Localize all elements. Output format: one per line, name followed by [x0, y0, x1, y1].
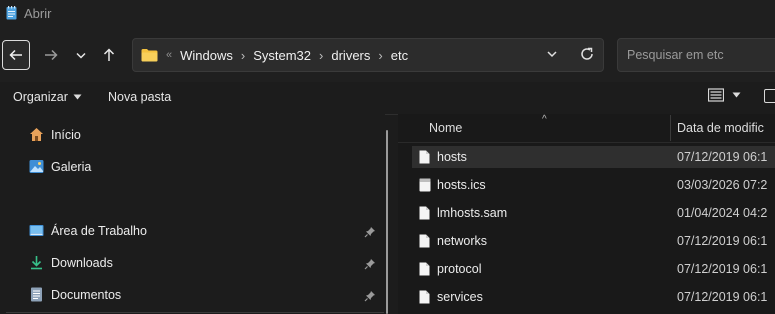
- sort-ascending-icon: ^: [542, 114, 547, 125]
- file-name: networks: [437, 234, 488, 248]
- sidebar-divider: [6, 312, 384, 313]
- chevron-down-icon: [76, 52, 86, 59]
- breadcrumb: « Windows › System32 › drivers › etc: [141, 39, 408, 71]
- home-icon: [30, 128, 43, 141]
- breadcrumb-item-drivers[interactable]: drivers: [331, 48, 370, 63]
- column-divider[interactable]: [670, 115, 671, 141]
- file-row-networks[interactable]: networks 07/12/2019 06:1: [412, 230, 775, 252]
- sidebar-item-downloads[interactable]: Downloads: [29, 255, 113, 270]
- file-icon: [419, 290, 430, 304]
- sidebar-scrollbar[interactable]: [386, 130, 388, 314]
- navigation-pane: Início Galeria Área de Trabalho Download…: [0, 114, 385, 314]
- organize-button[interactable]: Organizar: [13, 90, 82, 104]
- file-icon: [419, 262, 430, 276]
- settings-file-icon: [419, 178, 431, 192]
- file-date: 03/03/2026 07:2: [677, 178, 768, 192]
- sidebar-item-label: Início: [51, 127, 81, 142]
- desktop-icon: [29, 225, 44, 236]
- pin-icon[interactable]: [364, 258, 376, 270]
- file-list: Nome ^ Data de modific hosts 07/12/2019 …: [398, 114, 775, 314]
- column-header-row: Nome ^ Data de modific: [398, 114, 775, 143]
- file-icon: [419, 150, 430, 164]
- organize-label: Organizar: [13, 90, 68, 104]
- column-header-name[interactable]: Nome: [429, 121, 462, 135]
- sidebar-item-galeria[interactable]: Galeria: [29, 159, 91, 174]
- pin-icon[interactable]: [364, 290, 376, 302]
- chevron-right-icon[interactable]: ›: [378, 48, 382, 63]
- arrow-right-icon: [45, 49, 58, 61]
- file-date: 01/04/2024 04:2: [677, 206, 768, 220]
- chevron-right-icon[interactable]: ›: [319, 48, 323, 63]
- file-row-hosts-ics[interactable]: hosts.ics 03/03/2026 07:2: [412, 174, 775, 196]
- sidebar-item-label: Documentos: [51, 287, 122, 302]
- file-name: hosts: [437, 150, 467, 164]
- breadcrumb-item-system32[interactable]: System32: [253, 48, 311, 63]
- up-button[interactable]: [96, 40, 122, 70]
- new-folder-button[interactable]: Nova pasta: [108, 90, 171, 104]
- arrow-up-icon: [103, 48, 115, 61]
- gallery-icon: [29, 160, 44, 173]
- documents-icon: [31, 287, 42, 302]
- command-bar: Organizar Nova pasta: [0, 82, 775, 115]
- forward-button[interactable]: [38, 40, 64, 70]
- title-bar: Abrir: [0, 0, 775, 28]
- sidebar-item-label: Galeria: [51, 159, 92, 174]
- file-date: 07/12/2019 06:1: [677, 150, 768, 164]
- file-row-services[interactable]: services 07/12/2019 06:1: [412, 286, 775, 308]
- view-options-button[interactable]: [708, 88, 741, 102]
- recent-locations-button[interactable]: [68, 40, 94, 70]
- file-name: hosts.ics: [437, 178, 486, 192]
- pin-icon[interactable]: [364, 226, 376, 238]
- file-name: protocol: [437, 262, 482, 276]
- file-date: 07/12/2019 06:1: [677, 234, 768, 248]
- breadcrumb-overflow[interactable]: «: [166, 49, 172, 61]
- caret-down-icon: [732, 92, 741, 98]
- file-row-protocol[interactable]: protocol 07/12/2019 06:1: [412, 258, 775, 280]
- arrow-left-icon: [9, 49, 22, 61]
- file-date: 07/12/2019 06:1: [677, 290, 768, 304]
- chevron-down-icon[interactable]: [546, 47, 558, 61]
- file-name: lmhosts.sam: [437, 206, 508, 220]
- sidebar-item-area-de-trabalho[interactable]: Área de Trabalho: [29, 223, 147, 238]
- breadcrumb-item-etc[interactable]: etc: [391, 48, 408, 63]
- notepad-icon: [6, 6, 17, 20]
- file-icon: [419, 206, 430, 220]
- sidebar-item-label: Área de Trabalho: [51, 223, 147, 238]
- file-row-lmhosts-sam[interactable]: lmhosts.sam 01/04/2024 04:2: [412, 202, 775, 224]
- file-date: 07/12/2019 06:1: [677, 262, 768, 276]
- back-button[interactable]: [2, 40, 30, 70]
- download-icon: [31, 256, 42, 270]
- file-row-hosts[interactable]: hosts 07/12/2019 06:1: [412, 146, 775, 168]
- chevron-right-icon[interactable]: ›: [241, 48, 245, 63]
- sidebar-item-documentos[interactable]: Documentos: [29, 287, 121, 302]
- column-header-date[interactable]: Data de modific: [677, 121, 764, 135]
- search-input[interactable]: Pesquisar em etc: [617, 38, 775, 72]
- breadcrumb-item-windows[interactable]: Windows: [180, 48, 233, 63]
- sidebar-item-label: Downloads: [51, 255, 113, 270]
- file-icon: [419, 234, 430, 248]
- window-title: Abrir: [24, 6, 52, 21]
- refresh-icon[interactable]: [579, 46, 595, 62]
- address-bar[interactable]: « Windows › System32 › drivers › etc: [132, 38, 604, 72]
- preview-pane-icon[interactable]: [764, 89, 775, 103]
- sidebar-item-inicio[interactable]: Início: [29, 127, 81, 142]
- details-view-icon: [708, 88, 724, 102]
- file-name: services: [437, 290, 483, 304]
- caret-down-icon: [73, 94, 82, 100]
- folder-icon: [141, 49, 158, 62]
